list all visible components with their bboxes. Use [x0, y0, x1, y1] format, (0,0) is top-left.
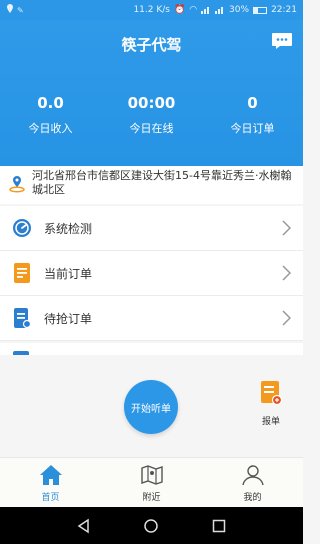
home-icon	[39, 465, 62, 485]
current-address[interactable]: 河北省邢台市信都区建设大街15-4号靠近秀兰·水榭翰城北区	[0, 166, 303, 204]
stat-value: 0	[247, 94, 258, 112]
stat-online: 00:00 今日在线	[101, 94, 202, 136]
bottom-tab-bar: 首页 附近 我的	[0, 457, 303, 507]
clock: 22:21	[271, 5, 297, 15]
chevron-right-icon	[282, 220, 291, 236]
report-order-button[interactable]: 报单	[256, 380, 286, 427]
pending-order-icon	[12, 307, 32, 329]
battery-percent: 30%	[229, 5, 250, 15]
battery-icon	[253, 6, 268, 14]
report-icon	[261, 381, 283, 406]
start-listening-button[interactable]: 开始听单	[124, 380, 178, 434]
tab-mine[interactable]: 我的	[202, 458, 303, 507]
recents-icon[interactable]	[211, 518, 227, 534]
status-extra-icon: ✎	[17, 5, 24, 15]
network-speed: 11.2 K/s	[133, 5, 170, 15]
stat-value: 0.0	[37, 94, 64, 112]
user-icon	[241, 465, 264, 486]
message-button[interactable]	[271, 32, 293, 50]
back-icon[interactable]	[76, 518, 92, 534]
header: 筷子代驾 0.0 今日收入 00:00 今日在线 0 今日订单	[0, 20, 303, 166]
stat-income: 0.0 今日收入	[0, 94, 101, 136]
partial-menu-icon	[13, 351, 29, 355]
stats-row: 0.0 今日收入 00:00 今日在线 0 今日订单	[0, 94, 303, 136]
menu-item-system-check[interactable]: 系统检测	[0, 206, 303, 251]
system-check-icon	[12, 217, 32, 239]
app-title: 筷子代驾	[121, 36, 182, 54]
signal-icon-2	[215, 6, 225, 14]
message-icon	[272, 33, 292, 49]
wifi-icon: ◠	[189, 5, 198, 15]
chevron-right-icon	[282, 310, 291, 326]
current-order-icon	[12, 262, 32, 284]
chevron-right-icon	[282, 265, 291, 281]
tab-nearby[interactable]: 附近	[101, 458, 202, 507]
alarm-icon: ⏰	[173, 5, 186, 15]
tab-label: 首页	[41, 493, 60, 503]
menu-item-pending-order[interactable]: 待抢订单	[0, 296, 303, 341]
stat-orders: 0 今日订单	[202, 94, 303, 136]
map-icon	[140, 465, 163, 485]
report-label: 报单	[261, 417, 280, 427]
location-status-icon	[6, 3, 14, 17]
tab-label: 我的	[243, 493, 262, 503]
signal-icon	[201, 6, 211, 14]
stat-value: 00:00	[127, 94, 176, 112]
menu-list: 系统检测 当前订单 待抢订单	[0, 206, 303, 341]
menu-item-label: 系统检测	[44, 221, 93, 236]
stat-label: 今日在线	[129, 122, 174, 135]
menu-item-current-order[interactable]: 当前订单	[0, 251, 303, 296]
address-text: 河北省邢台市信都区建设大街15-4号靠近秀兰·水榭翰城北区	[32, 169, 292, 196]
menu-item-partial	[0, 343, 303, 355]
tab-label: 附近	[142, 493, 161, 503]
stat-label: 今日订单	[230, 122, 275, 135]
location-pin-icon	[9, 176, 25, 193]
status-bar: ✎ 11.2 K/s ⏰ ◠ 30% 22:21	[0, 0, 303, 20]
stat-label: 今日收入	[28, 122, 73, 135]
home-circle-icon[interactable]	[143, 518, 159, 534]
system-nav-bar	[0, 507, 303, 544]
menu-item-label: 待抢订单	[44, 311, 93, 326]
tab-home[interactable]: 首页	[0, 458, 101, 507]
menu-item-label: 当前订单	[44, 266, 93, 281]
